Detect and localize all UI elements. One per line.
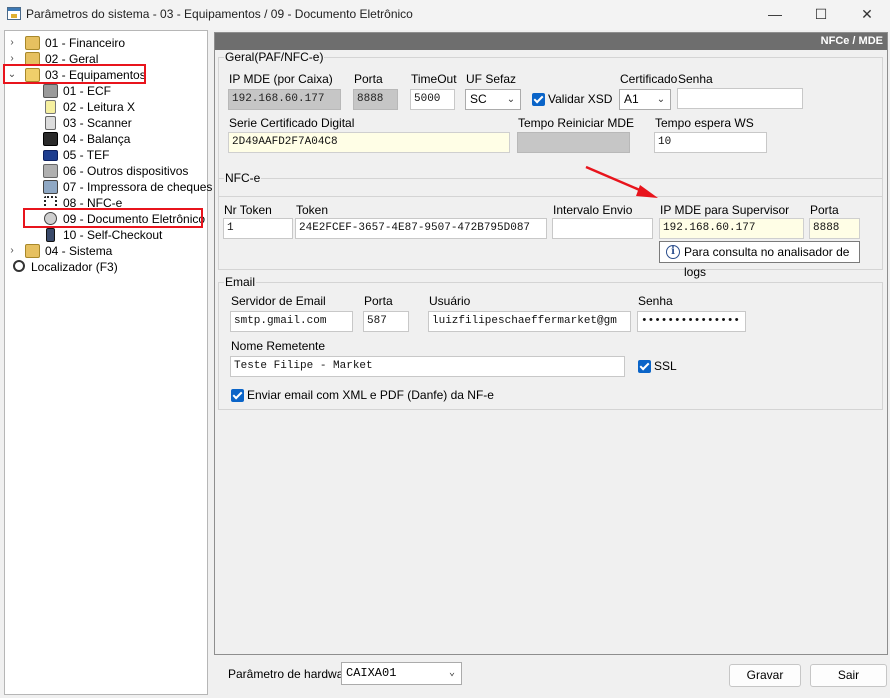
usuario-label: Usuário (429, 294, 471, 308)
parametro-hardware-value: CAIXA01 (346, 666, 397, 680)
porta-email-field[interactable]: 587 (363, 311, 409, 332)
settings-panel: NFCe / MDE Geral(PAF/NFC-e) IP MDE (por … (214, 32, 888, 655)
uf-sefaz-value: SC (470, 92, 487, 106)
tree-item-label: 02 - Leitura X (63, 100, 136, 114)
printer-icon (43, 84, 58, 98)
sair-button[interactable]: Sair (810, 664, 887, 687)
porta-label: Porta (354, 72, 383, 86)
serie-certificado-label: Serie Certificado Digital (229, 116, 355, 130)
tree-item-label: Localizador (F3) (31, 260, 118, 274)
nfce-legend: NFC-e (224, 171, 262, 185)
tree-item-label: 03 - Scanner (63, 116, 132, 130)
visa-card-icon (43, 150, 58, 161)
tree-item-label: 04 - Sistema (45, 244, 113, 258)
magnifier-folder-icon (25, 244, 40, 258)
usuario-field[interactable]: luizfilipeschaeffermarket@gm (428, 311, 631, 332)
receipt-icon (45, 100, 56, 114)
porta-field[interactable]: 8888 (353, 89, 398, 110)
kiosk-icon (46, 228, 55, 242)
tree-item-label: 01 - ECF (63, 84, 112, 98)
parametro-hardware-label: Parâmetro de hardware (228, 667, 355, 681)
tree-item-label: 10 - Self-Checkout (63, 228, 163, 242)
senha-field[interactable] (677, 88, 803, 109)
validar-xsd-label: Validar XSD (548, 92, 613, 106)
timeout-field[interactable]: 5000 (410, 89, 455, 110)
ssl-checkbox[interactable] (638, 360, 651, 373)
section-header: NFCe / MDE (215, 33, 887, 50)
enviar-email-label: Enviar email com XML e PDF (Danfe) da NF… (247, 388, 494, 402)
chevron-right-icon[interactable]: › (7, 35, 17, 51)
cheque-printer-icon (43, 180, 58, 194)
consulta-logs-button[interactable]: i Para consulta no analisador de logs (659, 241, 860, 279)
highlight-box-equipamentos (3, 64, 146, 84)
intervalo-envio-label: Intervalo Envio (553, 203, 633, 217)
gravar-button[interactable]: Gravar (729, 664, 801, 687)
nr-token-field[interactable]: 1 (223, 218, 293, 239)
porta-email-label: Porta (364, 294, 393, 308)
validar-xsd-checkbox[interactable] (532, 93, 545, 106)
intervalo-envio-field[interactable] (552, 218, 653, 239)
servidor-email-label: Servidor de Email (231, 294, 326, 308)
navigation-tree: › 01 - Financeiro › 02 - Geral ⌄ 03 - Eq… (3, 30, 212, 695)
ip-mde-label: IP MDE (por Caixa) (229, 72, 333, 86)
servidor-email-field[interactable]: smtp.gmail.com (230, 311, 353, 332)
nome-remetente-field[interactable]: Teste Filipe - Market (230, 356, 625, 377)
token-field[interactable]: 24E2FCEF-3657-4E87-9507-472B795D087 (295, 218, 547, 239)
enviar-email-checkbox[interactable] (231, 389, 244, 402)
tree-item-label: 06 - Outros dispositivos (63, 164, 189, 178)
porta-supervisor-field[interactable]: 8888 (809, 218, 860, 239)
certificado-value: A1 (624, 92, 639, 106)
tree-item-label: 07 - Impressora de cheques (63, 180, 213, 194)
senha-label: Senha (678, 72, 713, 86)
magnifier-folder-icon (25, 36, 40, 50)
tempo-espera-field[interactable]: 10 (654, 132, 767, 153)
tempo-reiniciar-label: Tempo Reiniciar MDE (518, 116, 635, 130)
uf-sefaz-label: UF Sefaz (466, 72, 517, 86)
close-button[interactable]: ✕ (844, 0, 890, 30)
ssl-label: SSL (654, 359, 677, 373)
window-title: Parâmetros do sistema - 03 - Equipamento… (26, 7, 413, 21)
highlight-box-documento-eletronico (23, 208, 203, 228)
ip-supervisor-field[interactable]: 192.168.60.177 (659, 218, 804, 239)
senha-email-label: Senha (638, 294, 673, 308)
parametro-hardware-select[interactable]: CAIXA01 ⌄ (341, 662, 462, 685)
tree-item-label: 05 - TEF (63, 148, 110, 162)
barcode-scanner-icon (45, 116, 56, 130)
timeout-label: TimeOut (411, 72, 457, 86)
ip-mde-field[interactable]: 192.168.60.177 (228, 89, 341, 110)
serie-certificado-field[interactable]: 2D49AAFD2F7A04C8 (228, 132, 510, 153)
nome-remetente-label: Nome Remetente (231, 339, 326, 353)
minimize-button[interactable]: — (752, 0, 798, 30)
chevron-down-icon: ⌄ (656, 94, 666, 105)
consulta-logs-label: Para consulta no analisador de logs (684, 245, 850, 279)
certificado-label: Certificado (620, 72, 678, 86)
senha-email-field[interactable]: ••••••••••••••• (637, 311, 746, 332)
tools-icon (43, 164, 58, 178)
ip-supervisor-label: IP MDE para Supervisor (660, 203, 790, 217)
chevron-right-icon[interactable]: › (7, 243, 17, 259)
tree-item-label: 01 - Financeiro (45, 36, 126, 50)
geral-legend: Geral(PAF/NFC-e) (224, 50, 325, 64)
title-bar: Parâmetros do sistema - 03 - Equipamento… (0, 0, 890, 30)
magnifier-icon (13, 260, 25, 272)
porta-supervisor-label: Porta (810, 203, 839, 217)
email-legend: Email (224, 275, 257, 289)
info-icon: i (666, 245, 680, 259)
nr-token-label: Nr Token (224, 203, 272, 217)
uf-sefaz-select[interactable]: SC ⌄ (465, 89, 521, 110)
chevron-down-icon: ⌄ (448, 668, 456, 679)
certificado-select[interactable]: A1 ⌄ (619, 89, 671, 110)
app-folder-settings-icon (7, 7, 21, 20)
chevron-down-icon: ⌄ (506, 94, 516, 105)
tempo-reiniciar-field[interactable] (517, 132, 630, 153)
tempo-espera-label: Tempo espera WS (655, 116, 754, 130)
tree-item-label: 04 - Balança (63, 132, 131, 146)
scale-icon (43, 132, 58, 146)
maximize-button[interactable]: ☐ (798, 0, 844, 30)
token-label: Token (296, 203, 329, 217)
